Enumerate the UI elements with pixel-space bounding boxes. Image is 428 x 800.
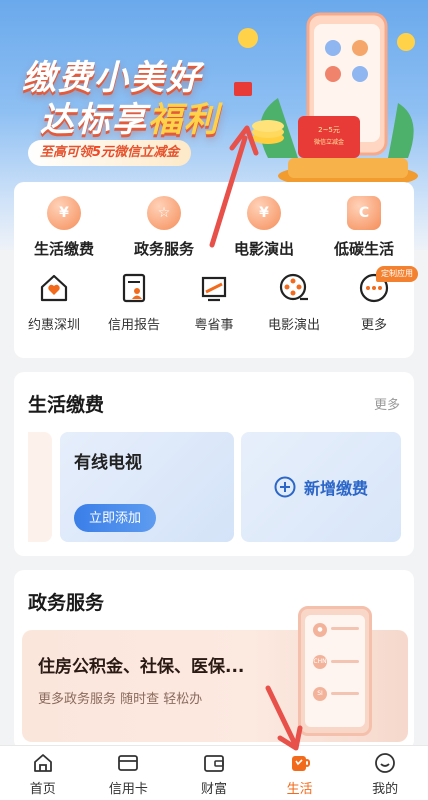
ticket-icon: ¥ xyxy=(247,196,281,230)
featured-services: ¥ 生活缴费 ☆ 政务服务 ¥ 电影演出 C 低碳生活 xyxy=(14,194,414,264)
life-payment-card: 生活缴费 更多 有线电视 立即添加 新增缴费 xyxy=(14,372,414,556)
service-yueshengshi[interactable]: 粤省事 xyxy=(174,270,254,340)
phone-illustration: ● CHN SI xyxy=(298,606,372,736)
card-icon xyxy=(118,755,139,771)
service-life-payment[interactable]: ¥ 生活缴费 xyxy=(14,194,114,264)
id-tag-icon: CHN xyxy=(313,655,327,669)
yuan-coin-icon: ¥ xyxy=(47,196,81,230)
service-label: 低碳生活 xyxy=(333,240,394,258)
text-line xyxy=(331,660,359,663)
service-label: 电影演出 xyxy=(267,318,320,333)
add-payment-tile[interactable]: 新增缴费 xyxy=(241,432,401,542)
service-government[interactable]: ☆ 政务服务 xyxy=(114,194,214,264)
svg-text:微信立减金: 微信立减金 xyxy=(314,138,344,146)
tab-label: 财富 xyxy=(200,782,227,797)
section-title: 政务服务 xyxy=(28,592,105,614)
tab-label: 信用卡 xyxy=(108,782,148,797)
tile-title: 有线电视 xyxy=(74,453,142,473)
banner-title-line2: 达标享福利 xyxy=(40,100,220,140)
service-label: 电影演出 xyxy=(233,240,294,258)
person-icon: ● xyxy=(313,623,327,637)
tab-home[interactable]: 首页 xyxy=(0,746,86,800)
service-label: 信用报告 xyxy=(107,318,160,333)
more-services: 约惠深圳 信用报告 粤省事 电影演出 更多 xyxy=(14,270,414,340)
service-label: 生活缴费 xyxy=(33,240,94,258)
carbon-icon: C xyxy=(347,196,381,230)
yueshengshi-icon xyxy=(201,276,227,302)
tab-credit-card[interactable]: 信用卡 xyxy=(86,746,172,800)
svg-text:2~5元: 2~5元 xyxy=(318,126,340,134)
gov-banner-title: 住房公积金、社保、医保... xyxy=(38,657,245,677)
home-icon xyxy=(33,754,52,772)
tab-wealth[interactable]: 财富 xyxy=(171,746,257,800)
service-credit-report[interactable]: 信用报告 xyxy=(94,270,174,340)
previous-tile-edge[interactable] xyxy=(28,432,52,542)
add-payment-label: 新增缴费 xyxy=(303,479,368,498)
add-now-button[interactable]: 立即添加 xyxy=(74,504,156,532)
more-link[interactable]: 更多 xyxy=(374,394,400,413)
service-label: 政务服务 xyxy=(133,240,194,258)
tab-label: 生活 xyxy=(286,782,313,797)
service-label: 约惠深圳 xyxy=(27,318,80,333)
text-line xyxy=(331,627,359,630)
tab-me[interactable]: 我的 xyxy=(342,746,428,800)
house-heart-icon xyxy=(40,274,68,302)
service-label: 粤省事 xyxy=(194,318,234,333)
service-movies[interactable]: ¥ 电影演出 xyxy=(214,194,314,264)
phone-screen: ● CHN SI xyxy=(305,615,365,727)
badge-icon: ☆ xyxy=(147,196,181,230)
gov-banner-subtitle: 更多政务服务 随时查 轻松办 xyxy=(38,692,203,707)
service-low-carbon[interactable]: C 低碳生活 xyxy=(314,194,414,264)
cup-icon xyxy=(291,756,310,771)
cable-tv-tile[interactable]: 有线电视 立即添加 xyxy=(60,432,234,542)
tab-label: 我的 xyxy=(372,782,399,797)
tab-life[interactable]: 生活 xyxy=(257,746,343,800)
si-tag-icon: SI xyxy=(313,687,327,701)
text-line xyxy=(331,692,359,695)
service-label: 更多 xyxy=(360,318,387,333)
report-icon xyxy=(122,273,146,303)
service-yuehui-shenzhen[interactable]: 约惠深圳 xyxy=(14,270,94,340)
government-service-card: 政务服务 住房公积金、社保、医保... 更多政务服务 随时查 轻松办 ● CHN… xyxy=(14,570,414,750)
film-reel-icon xyxy=(279,273,308,301)
service-movies-small[interactable]: 电影演出 xyxy=(254,270,334,340)
custom-app-badge: 定制应用 xyxy=(376,266,418,282)
tab-label: 首页 xyxy=(29,782,56,797)
promo-illustration: 2~5元 微信立减金 xyxy=(234,12,418,188)
section-title: 生活缴费 xyxy=(28,394,105,416)
bottom-tab-bar: 首页 信用卡 财富 生活 我的 xyxy=(0,745,428,800)
smile-icon xyxy=(375,753,396,773)
service-grid-card: ¥ 生活缴费 ☆ 政务服务 ¥ 电影演出 C 低碳生活 约惠深圳 信用报告 粤省… xyxy=(14,182,418,358)
banner-subtitle: 至高可领5元微信立减金 xyxy=(28,140,192,166)
wallet-icon xyxy=(204,755,224,772)
plus-circle-icon xyxy=(274,476,296,498)
